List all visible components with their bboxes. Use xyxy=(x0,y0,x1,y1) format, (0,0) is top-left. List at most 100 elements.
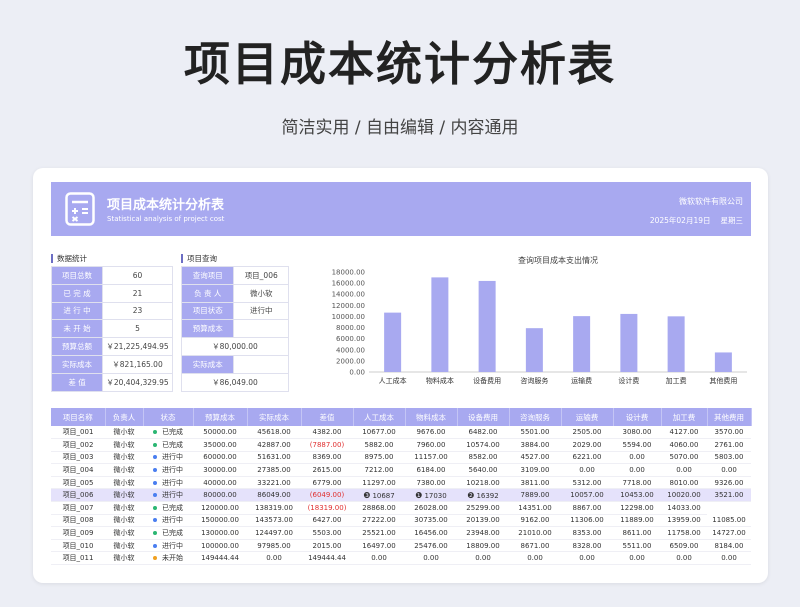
column-header[interactable]: 咨询服务 xyxy=(509,408,562,426)
x-tick-label: 其他费用 xyxy=(709,376,737,385)
table-cell: 6509.00 xyxy=(661,539,707,553)
chart-bar xyxy=(714,352,732,372)
x-tick-label: 人工成本 xyxy=(379,376,407,385)
column-header[interactable]: 其他费用 xyxy=(707,408,752,426)
column-header[interactable]: 实际成本 xyxy=(247,408,302,426)
status-text: 进行中 xyxy=(162,466,183,475)
table-cell: 10057.00 xyxy=(561,488,613,503)
query-label: 项目状态 xyxy=(180,301,235,321)
x-tick-label: 运输费 xyxy=(571,376,592,385)
stats-value: 5 xyxy=(102,319,173,339)
stats-row: 差 值 ￥20,404,329.95 xyxy=(50,372,173,392)
column-header[interactable]: 物料成本 xyxy=(405,408,458,426)
stats-label: 未 开 始 xyxy=(50,319,104,339)
table-cell: 5594.00 xyxy=(613,438,661,452)
table-cell: ❸ 10687 xyxy=(353,488,405,503)
table-cell: 25476.00 xyxy=(405,539,457,553)
table-cell: 3521.00 xyxy=(707,488,751,503)
table-cell: 7960.00 xyxy=(405,438,457,452)
column-header[interactable]: 状态 xyxy=(143,408,194,426)
x-tick-label: 加工费 xyxy=(666,376,687,385)
table-cell: 3109.00 xyxy=(509,463,561,477)
table-row: 项目_009 微小软 已完成 130000.00 124497.00 5503.00 255… xyxy=(51,526,751,540)
table-cell: 微小软 xyxy=(105,426,143,440)
banner-title-en: Statistical analysis of project cost xyxy=(107,215,225,223)
stats-label: 实际成本 xyxy=(50,354,104,374)
table-cell: 已完成 xyxy=(143,438,193,452)
table-cell: 0.00 xyxy=(405,551,457,566)
table-cell: 微小软 xyxy=(105,551,143,566)
column-header[interactable]: 设计费 xyxy=(613,408,662,426)
status-dot-icon xyxy=(153,543,157,548)
table-cell: ❷ 16392 xyxy=(457,488,509,503)
stats-row: 实际成本 ￥821,165.00 xyxy=(50,354,173,374)
table-cell: 10020.00 xyxy=(661,488,707,503)
table-row: 项目_002 微小软 已完成 35000.00 42887.00 (7887.00) 588… xyxy=(51,438,751,452)
query-table[interactable]: 查询项目 项目_006 负 责 人微小软 项目状态 进行中 预算成本 ￥80,000.00 实… xyxy=(180,266,289,392)
table-cell: 11306.00 xyxy=(561,514,613,528)
table-cell: 45618.00 xyxy=(247,426,301,440)
table-cell: 微小软 xyxy=(105,539,143,553)
table-cell: 5882.00 xyxy=(353,438,405,452)
table-cell: 10218.00 xyxy=(457,476,509,490)
table-cell: 138319.00 xyxy=(247,501,301,515)
table-cell: 8010.00 xyxy=(661,476,707,490)
status-text: 进行中 xyxy=(162,516,183,525)
table-cell: 7380.00 xyxy=(405,476,457,490)
table-cell: 0.00 xyxy=(247,551,301,566)
stats-label: 进 行 中 xyxy=(50,301,104,321)
table-cell: 10677.00 xyxy=(353,426,405,440)
column-header[interactable]: 项目名称 xyxy=(51,408,106,426)
column-header[interactable]: 运输费 xyxy=(561,408,614,426)
cell-value: 10687 xyxy=(372,491,395,500)
query-row: 项目状态 进行中 xyxy=(180,301,289,321)
table-cell: 进行中 xyxy=(143,451,193,465)
table-cell: ❶ 17030 xyxy=(405,488,457,503)
status-text: 已完成 xyxy=(162,503,183,512)
column-header[interactable]: 负责人 xyxy=(105,408,144,426)
chart-bar xyxy=(478,280,496,372)
status-text: 进行中 xyxy=(162,453,183,462)
table-cell: 项目_005 xyxy=(51,476,105,490)
column-header[interactable]: 人工成本 xyxy=(353,408,406,426)
table-cell: (6049.00) xyxy=(301,488,353,503)
stats-row: 预算总额 ￥21,225,494.95 xyxy=(50,337,173,356)
banner-title: 项目成本统计分析表 xyxy=(107,198,225,213)
column-header[interactable]: 加工费 xyxy=(661,408,708,426)
stats-value: 23 xyxy=(102,301,173,321)
table-cell: 项目_006 xyxy=(51,488,105,503)
table-cell: 20139.00 xyxy=(457,514,509,528)
table-cell: 10574.00 xyxy=(457,438,509,452)
query-project-select[interactable]: 项目_006 xyxy=(233,266,289,285)
table-row: 项目_004 微小软 进行中 30000.00 27385.00 2615.00 7212.… xyxy=(51,463,751,477)
company-name: 微软软件有限公司 xyxy=(679,197,743,206)
table-cell: 30735.00 xyxy=(405,514,457,528)
table-cell: 11889.00 xyxy=(613,514,661,528)
query-row: ￥80,000.00 xyxy=(181,337,289,356)
table-cell: 30000.00 xyxy=(193,463,247,477)
query-value: 微小软 xyxy=(233,283,289,303)
table-cell: 25299.00 xyxy=(457,501,509,515)
status-text: 进行中 xyxy=(162,478,183,487)
table-row: 项目_011 微小软 未开始 149444.44 0.00 149444.44 0.00 0.… xyxy=(51,551,751,566)
table-cell: (7887.00) xyxy=(301,438,353,452)
query-row: ￥86,049.00 xyxy=(181,372,289,392)
stats-row: 未 开 始5 xyxy=(50,319,173,339)
table-cell: 11758.00 xyxy=(661,526,707,540)
table-row: 项目_005 微小软 进行中 40000.00 33221.00 6779.00 11297… xyxy=(51,476,751,490)
table-cell: 0.00 xyxy=(613,451,661,465)
cell-value: 17030 xyxy=(424,491,447,500)
status-dot-icon xyxy=(153,493,157,498)
column-header[interactable]: 设备费用 xyxy=(457,408,510,426)
table-cell: 0.00 xyxy=(353,551,405,566)
column-header[interactable]: 差值 xyxy=(301,408,354,426)
table-cell: 5501.00 xyxy=(509,426,561,440)
query-section-label: 项目查询 xyxy=(181,254,217,263)
column-header[interactable]: 预算成本 xyxy=(193,408,248,426)
stats-label: 已 完 成 xyxy=(50,283,104,303)
table-cell: 进行中 xyxy=(143,463,193,477)
table-cell: 0.00 xyxy=(561,551,613,566)
table-cell: 进行中 xyxy=(143,539,193,553)
table-cell: 50000.00 xyxy=(193,426,247,440)
table-cell: 9326.00 xyxy=(707,476,751,490)
